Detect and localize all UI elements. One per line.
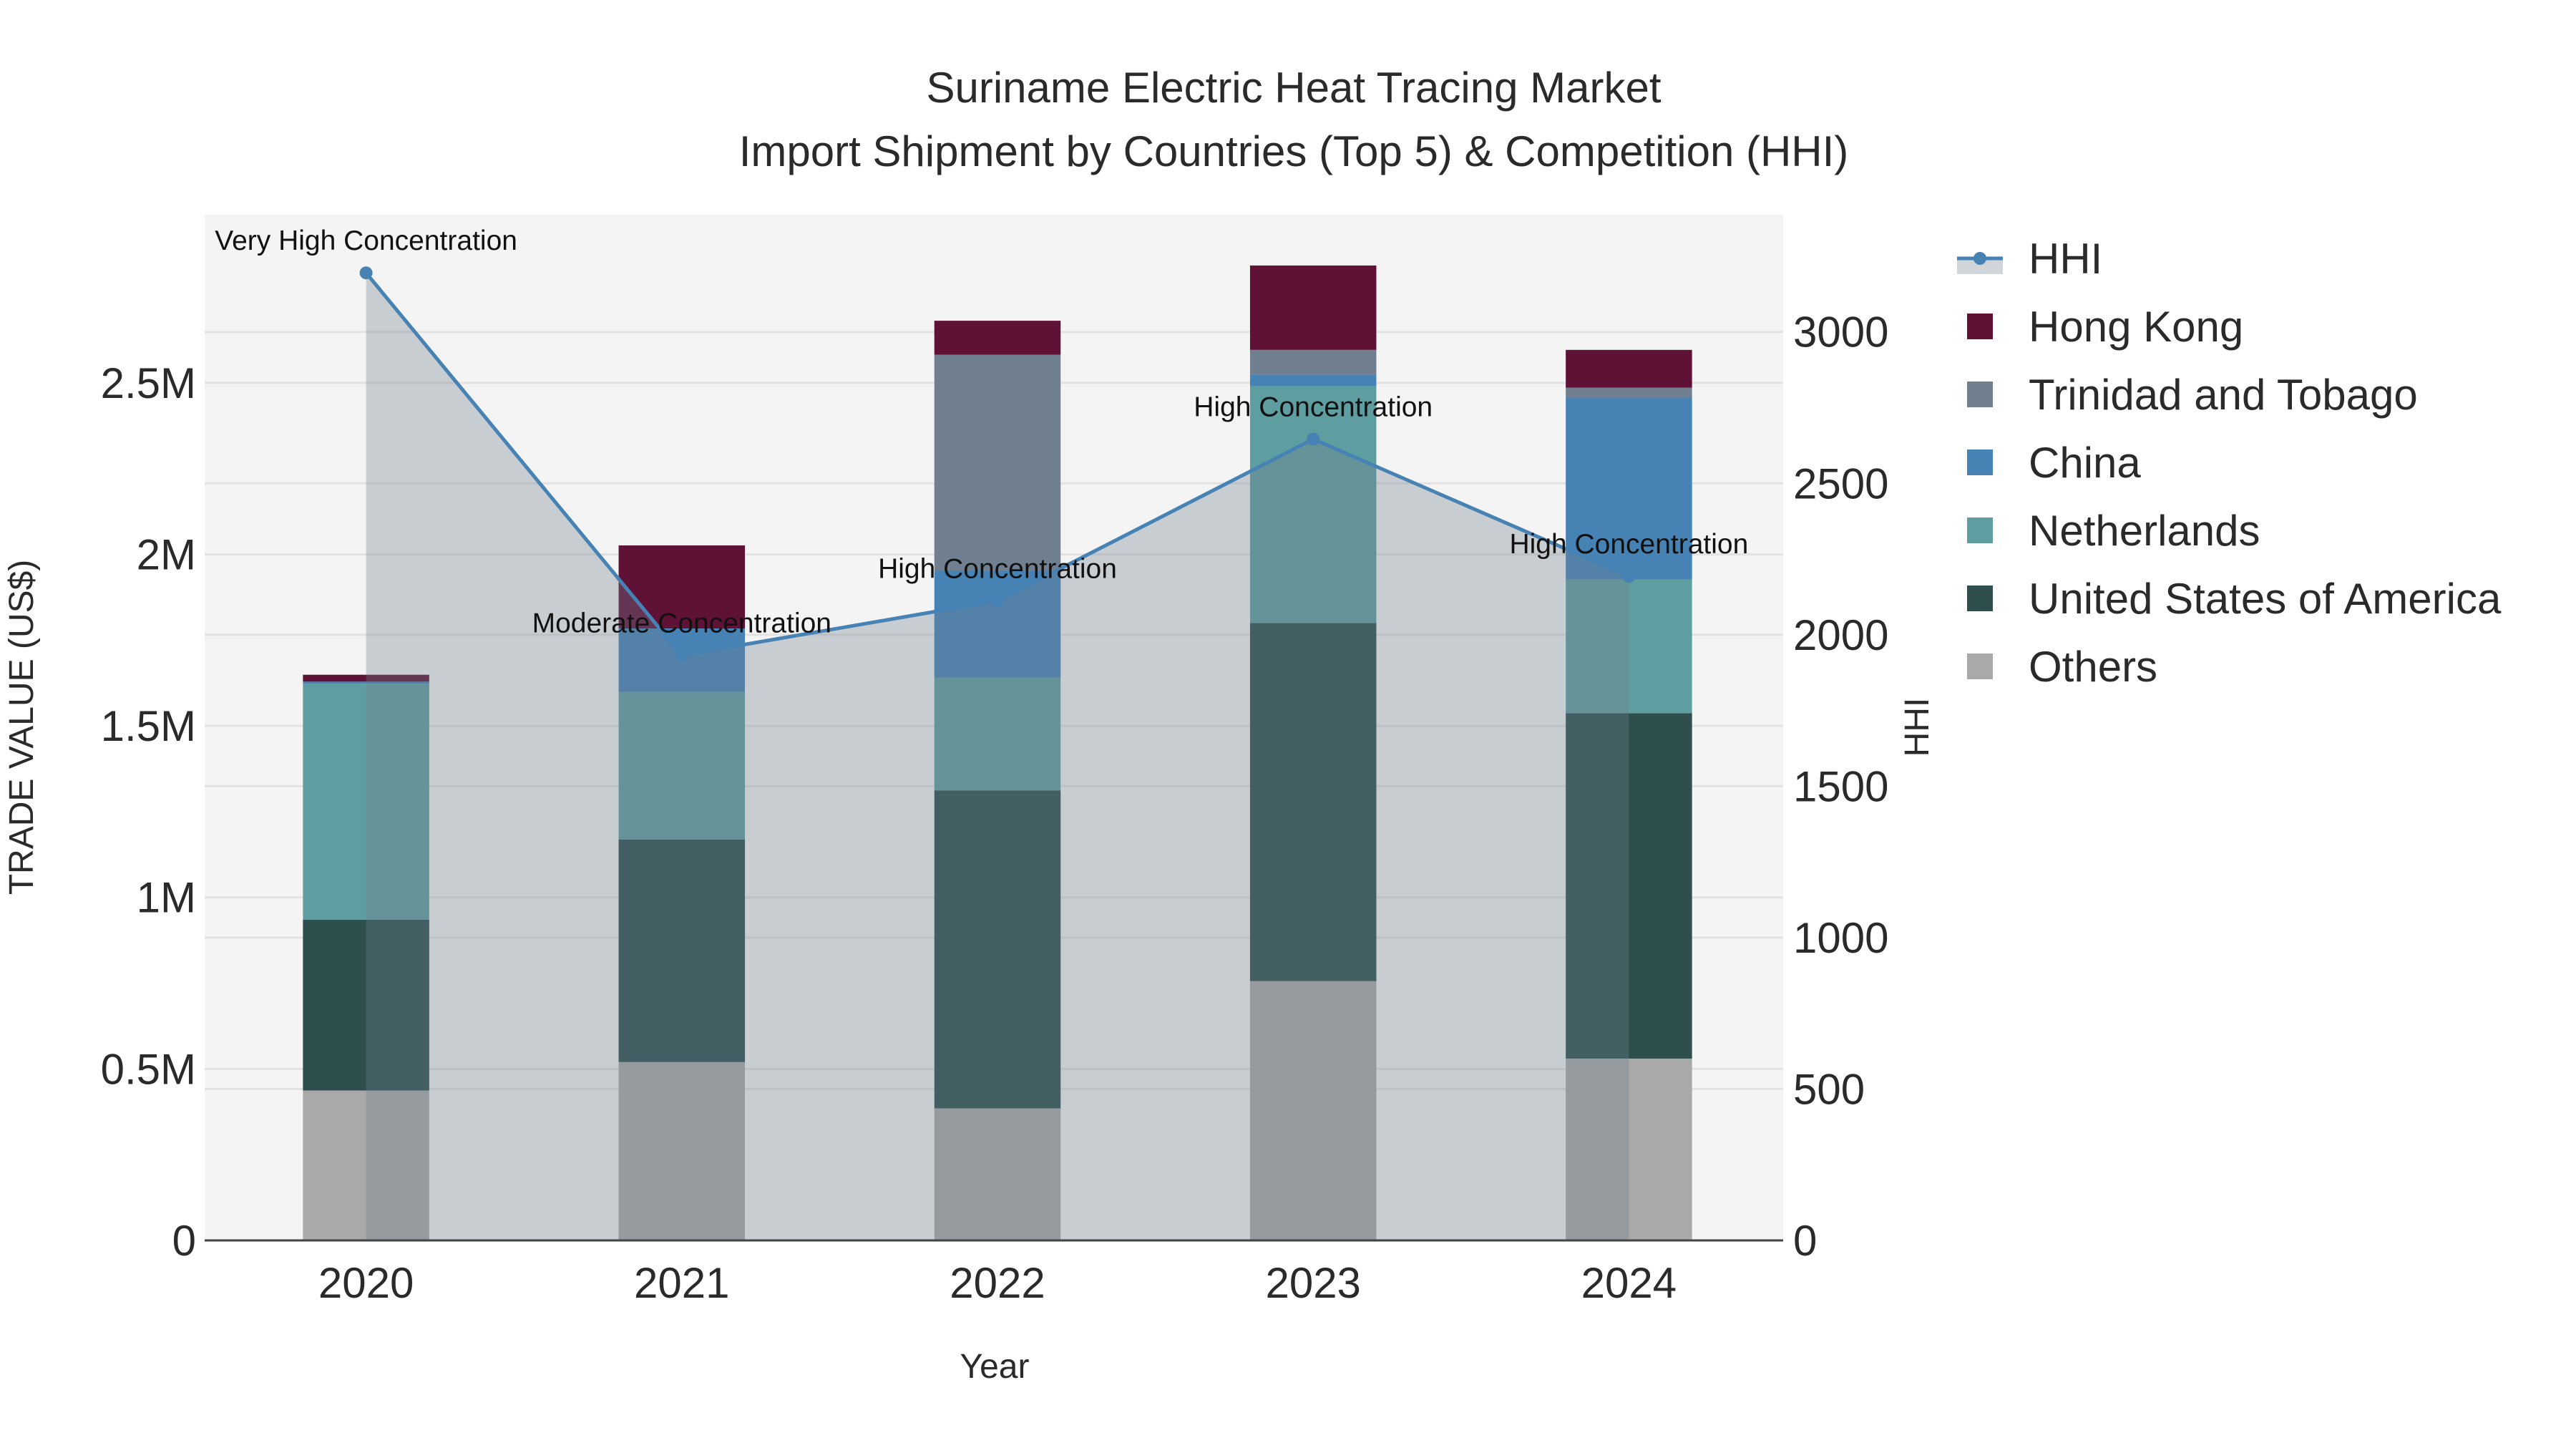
legend-label: United States of America [2029,575,2502,623]
hhi-annotation: High Concentration [878,553,1117,584]
legend-swatch [1967,314,1993,339]
legend-swatch [1967,585,1993,611]
y2-tick-label: 1000 [1793,914,1888,962]
y-tick-label: 1.5M [101,702,196,750]
hhi-annotation: Very High Concentration [215,225,517,256]
y-tick-label: 2M [137,530,196,578]
bar-trinidad-and-tobago-2023 [1249,349,1377,375]
y2-tick-label: 500 [1793,1065,1865,1113]
x-tick-label: 2021 [634,1259,729,1307]
hhi-point-2024 [1622,570,1636,583]
bar-hong-kong-2022 [934,321,1061,355]
x-tick-label: 2022 [950,1259,1045,1307]
hhi-annotation: High Concentration [1509,529,1748,560]
legend-label-hhi: HHI [2029,235,2102,283]
legend-swatch [1967,449,1993,475]
hhi-point-2023 [1307,432,1320,446]
chart-subtitle: Import Shipment by Countries (Top 5) & C… [739,127,1849,175]
x-tick-label: 2024 [1581,1259,1677,1307]
bar-trinidad-and-tobago-2022 [934,354,1061,571]
y-tick-label: 0 [172,1217,196,1265]
legend-label: Others [2029,643,2157,691]
hhi-point-2022 [991,594,1004,608]
bar-trinidad-and-tobago-2024 [1566,387,1692,398]
legend-swatch [1967,382,1993,407]
legend-hhi-marker [1974,252,1986,265]
legend-label: Hong Kong [2029,303,2243,351]
legend-label: Netherlands [2029,507,2260,555]
hhi-annotation: High Concentration [1194,392,1433,423]
y2-tick-label: 3000 [1793,308,1888,356]
hhi-annotation: Moderate Concentration [532,608,831,639]
legend-swatch [1967,653,1993,679]
chart-title: Suriname Electric Heat Tracing Market [926,64,1661,112]
y-tick-label: 0.5M [101,1045,196,1093]
y2-tick-label: 2000 [1793,611,1888,659]
chart: Suriname Electric Heat Tracing Market Im… [3,64,2502,1386]
legend-label: China [2029,439,2141,487]
legend-swatch [1967,517,1993,543]
y2-tick-label: 2500 [1793,460,1888,507]
x-axis-title: Year [960,1348,1030,1386]
bar-hong-kong-2024 [1566,349,1692,388]
y2-tick-label: 1500 [1793,762,1888,810]
bar-hong-kong-2023 [1249,265,1377,350]
y-tick-label: 1M [137,874,196,922]
hhi-point-2020 [359,266,373,280]
x-tick-label: 2020 [318,1259,414,1307]
y2-tick-label: 0 [1793,1217,1817,1265]
hhi-point-2021 [675,648,688,662]
y-axis-title: TRADE VALUE (US$) [3,560,41,895]
legend: HHI Hong Kong Trinidad and Tobago China Neth… [1957,235,2502,691]
y-tick-label: 2.5M [101,359,196,407]
legend-label: Trinidad and Tobago [2029,371,2418,419]
bar-china-2023 [1249,374,1377,387]
x-tick-label: 2023 [1265,1259,1360,1307]
y2-axis-title: HHI [1898,698,1936,757]
